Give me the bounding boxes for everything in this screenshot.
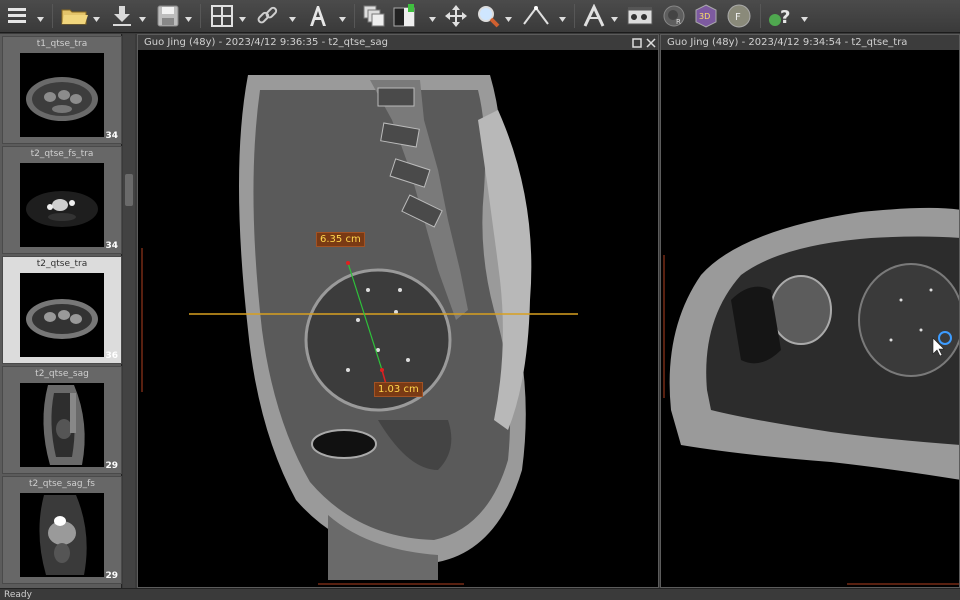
menu-icon[interactable]: [6, 4, 30, 28]
series-preview-image: [20, 383, 104, 467]
series-thumbnail[interactable]: t1_qtse_tra 34: [2, 36, 122, 144]
measurement-label[interactable]: 6.35 cm: [316, 232, 365, 247]
svg-text:F: F: [735, 12, 741, 23]
download-icon[interactable]: [110, 4, 134, 28]
mpr-dropdown-icon[interactable]: [610, 10, 619, 22]
link-icon[interactable]: [256, 4, 280, 28]
measurement-label[interactable]: 1.03 cm: [374, 382, 423, 397]
series-image-count: 34: [105, 241, 118, 251]
filter-icon[interactable]: F: [726, 4, 752, 28]
series-thumbnail-panel: t1_qtse_tra 34 t2_qtse_fs_tra 34 t2_qtse…: [0, 34, 122, 588]
save-dropdown-icon[interactable]: [184, 10, 193, 22]
zoom-icon[interactable]: [476, 4, 500, 28]
main-toolbar: R 3D F ?: [0, 0, 960, 33]
svg-text:?: ?: [780, 7, 790, 28]
open-folder-icon[interactable]: [60, 4, 90, 28]
window-level-icon[interactable]: [392, 4, 418, 28]
series-image-count: 34: [105, 131, 118, 141]
open-dropdown-icon[interactable]: [92, 10, 101, 22]
link-dropdown-icon[interactable]: [288, 10, 297, 22]
sagittal-image[interactable]: 6.35 cm 1.03 cm: [138, 50, 658, 587]
series-label: t2_qtse_fs_tra: [30, 149, 94, 159]
series-image-count: 36: [105, 351, 118, 361]
series-label: t1_qtse_tra: [36, 39, 88, 49]
series-preview-image: [20, 163, 104, 247]
series-thumbnail[interactable]: t2_qtse_sag 29: [2, 366, 122, 474]
series-thumbnail-selected[interactable]: t2_qtse_tra 36: [2, 256, 122, 364]
download-dropdown-icon[interactable]: [138, 10, 147, 22]
series-label: t2_qtse_sag: [35, 369, 89, 379]
series-image-count: 29: [105, 461, 118, 471]
series-preview-image: [20, 273, 104, 357]
viewport-title: Guo Jing (48y) - 2023/4/12 9:36:35 - t2_…: [144, 37, 388, 48]
close-icon[interactable]: [646, 37, 656, 48]
layout-grid-icon[interactable]: [210, 4, 234, 28]
series-preview-image: [20, 493, 104, 577]
stack-icon[interactable]: [362, 4, 388, 28]
series-thumbnail[interactable]: t2_qtse_fs_tra 34: [2, 146, 122, 254]
zoom-dropdown-icon[interactable]: [504, 10, 513, 22]
viewport-sagittal[interactable]: Guo Jing (48y) - 2023/4/12 9:36:35 - t2_…: [137, 34, 659, 588]
menu-dropdown-icon[interactable]: [36, 10, 45, 22]
toolbar-separator: [52, 4, 53, 28]
svg-text:3D: 3D: [699, 12, 710, 21]
maximize-icon[interactable]: [632, 37, 642, 48]
viewport-controls: [632, 35, 656, 50]
measure-angle-icon[interactable]: [522, 4, 550, 28]
status-text: Ready: [4, 590, 32, 600]
toolbar-separator: [574, 4, 575, 28]
viewport-header: Guo Jing (48y) - 2023/4/12 9:36:35 - t2_…: [138, 35, 658, 50]
help-icon[interactable]: ?: [768, 4, 796, 28]
axial-image[interactable]: [661, 50, 959, 587]
3d-render-icon[interactable]: R: [662, 4, 686, 28]
text-dropdown-icon[interactable]: [338, 10, 347, 22]
svg-text:R: R: [676, 18, 681, 26]
series-preview-image: [20, 53, 104, 137]
toolbar-separator: [200, 4, 201, 28]
viewer-app: R 3D F ? t1_qtse_tra 34 t2_qtse_fs_tra 3…: [0, 0, 960, 600]
series-image-count: 29: [105, 571, 118, 581]
window-level-dropdown-icon[interactable]: [428, 10, 437, 22]
mpr-icon[interactable]: [582, 4, 606, 28]
series-thumbnail[interactable]: t2_qtse_sag_fs 29: [2, 476, 122, 584]
cine-icon[interactable]: [626, 4, 654, 28]
viewport-axial[interactable]: Guo Jing (48y) - 2023/4/12 9:34:54 - t2_…: [660, 34, 960, 588]
measure-dropdown-icon[interactable]: [558, 10, 567, 22]
toolbar-separator: [354, 4, 355, 28]
panel-splitter[interactable]: [123, 34, 135, 588]
splitter-handle[interactable]: [125, 174, 133, 206]
viewport-title: Guo Jing (48y) - 2023/4/12 9:34:54 - t2_…: [667, 37, 908, 48]
3d-volume-icon[interactable]: 3D: [694, 4, 718, 28]
pan-icon[interactable]: [444, 4, 468, 28]
text-annotation-icon[interactable]: [306, 4, 330, 28]
toolbar-separator: [760, 4, 761, 28]
status-bar: Ready: [0, 588, 960, 600]
series-label: t2_qtse_tra: [36, 259, 88, 269]
series-label: t2_qtse_sag_fs: [29, 479, 95, 489]
layout-dropdown-icon[interactable]: [238, 10, 247, 22]
help-dropdown-icon[interactable]: [800, 10, 809, 22]
save-icon[interactable]: [156, 4, 180, 28]
viewport-header: Guo Jing (48y) - 2023/4/12 9:34:54 - t2_…: [661, 35, 959, 50]
